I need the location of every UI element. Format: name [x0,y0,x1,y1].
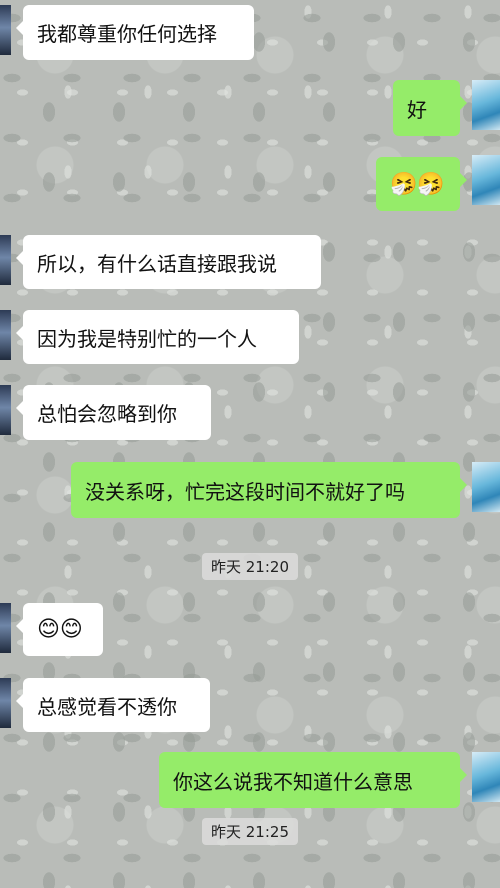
message-bubble[interactable]: 总感觉看不透你 [16,678,210,732]
contact-avatar[interactable] [0,310,11,360]
my-avatar[interactable] [472,80,500,130]
contact-avatar[interactable] [0,5,11,55]
message-bubble[interactable]: 我都尊重你任何选择 [16,5,254,60]
message-bubble[interactable]: 所以，有什么话直接跟我说 [16,235,321,289]
message-bubble[interactable]: 🤧🤧 [376,157,467,211]
my-avatar[interactable] [472,155,500,205]
message-bubble[interactable]: 因为我是特别忙的一个人 [16,310,299,364]
message-bubble[interactable]: 你这么说我不知道什么意思 [159,752,467,808]
message-bubble[interactable]: 没关系呀，忙完这段时间不就好了吗 [71,462,467,518]
contact-avatar[interactable] [0,678,11,728]
contact-avatar[interactable] [0,603,11,653]
message-bubble[interactable]: 总怕会忽略到你 [16,385,211,440]
timestamp: 昨天 21:25 [202,818,298,845]
message-bubble[interactable]: 😊😊 [16,603,103,656]
contact-avatar[interactable] [0,385,11,435]
my-avatar[interactable] [472,752,500,802]
timestamp: 昨天 21:20 [202,553,298,580]
my-avatar[interactable] [472,462,500,512]
contact-avatar[interactable] [0,235,11,285]
message-bubble[interactable]: 好 [393,80,467,136]
